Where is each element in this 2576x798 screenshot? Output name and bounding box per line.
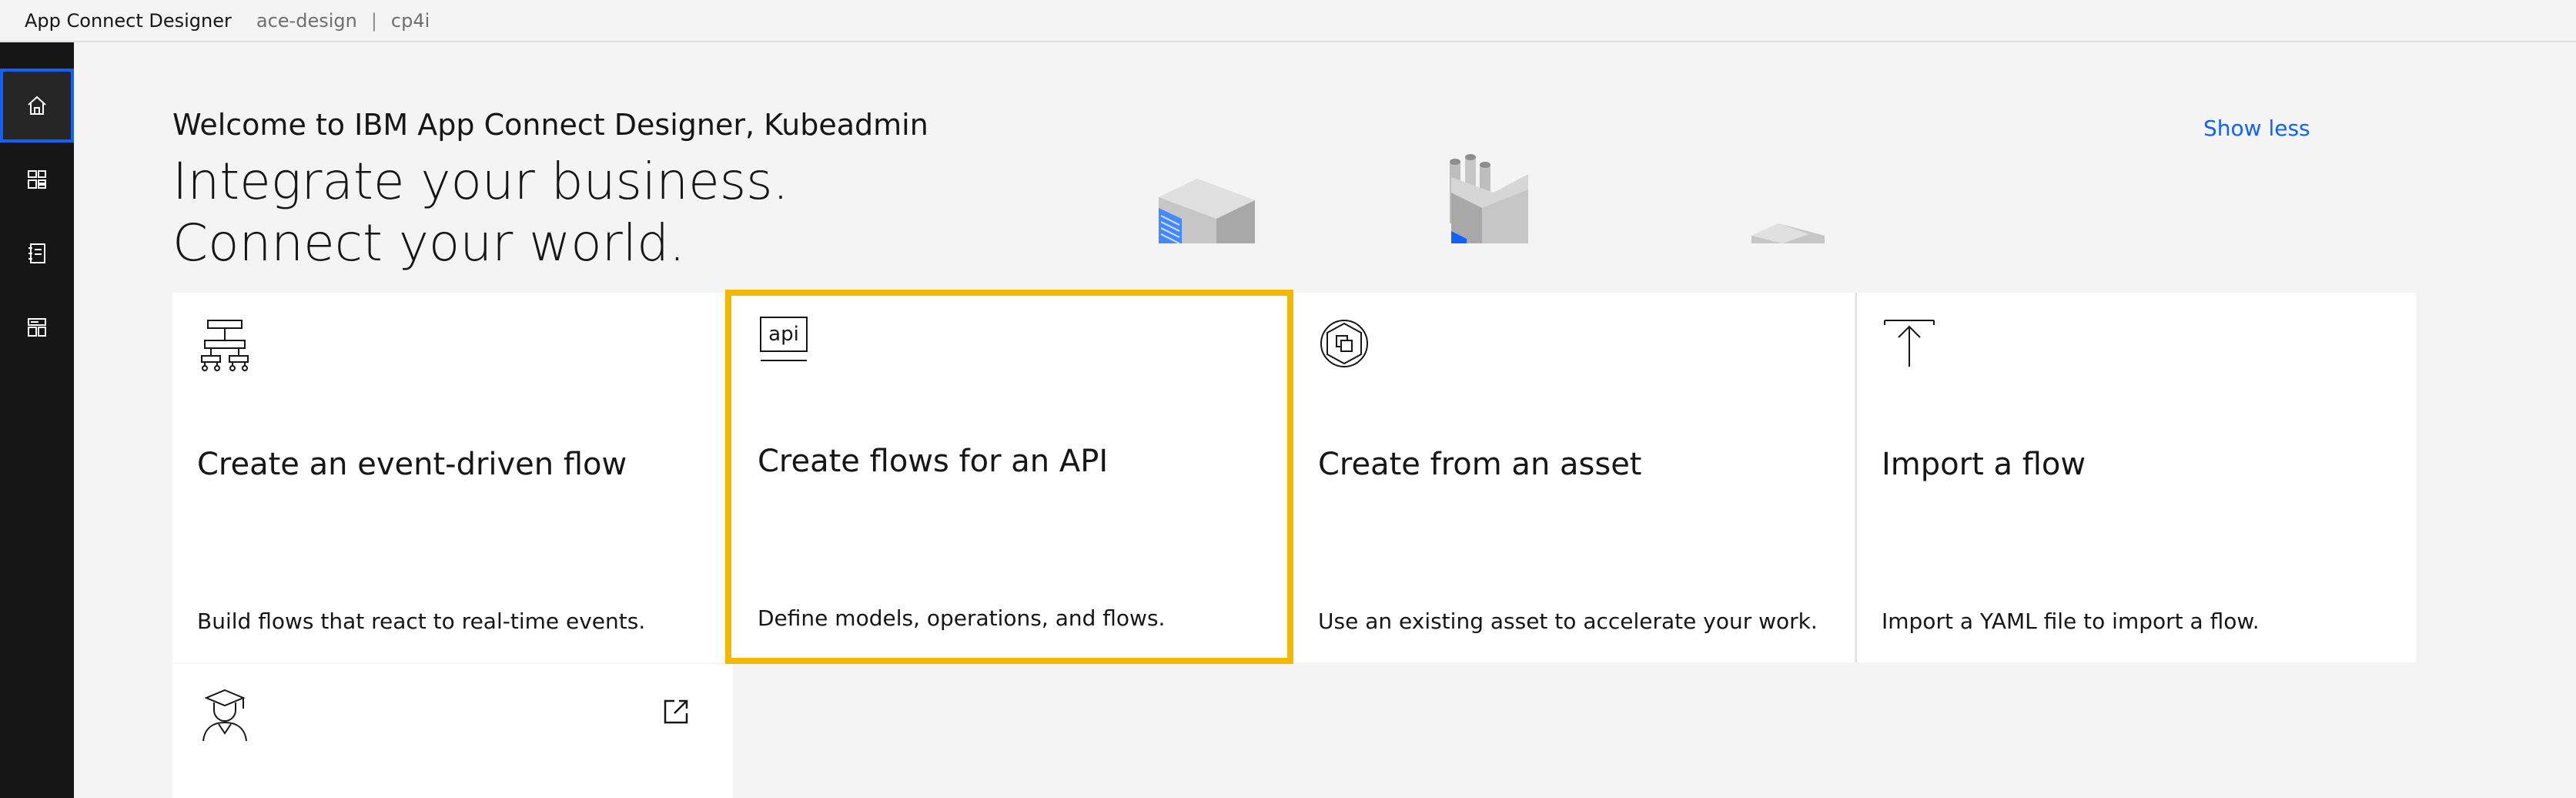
city-illustration (1159, 154, 1825, 243)
show-less-link[interactable]: Show less (2203, 116, 2310, 141)
tile-create-from-asset[interactable]: Create from an asset Use an existing ass… (1293, 293, 1854, 662)
catalog-icon (28, 243, 45, 263)
nav-item-dashboard[interactable] (0, 142, 74, 216)
learner-icon (202, 689, 247, 742)
side-nav-rail (0, 42, 74, 798)
product-name[interactable]: App Connect Designer (25, 10, 232, 32)
page-headline: Integrate your business. Connect your wo… (172, 152, 789, 273)
tile-description: Define models, operations, and flows. (758, 605, 1166, 631)
tile-description: Import a YAML file to import a flow. (1882, 609, 2260, 634)
dashboard-icon (28, 170, 46, 189)
nav-item-home[interactable] (0, 69, 74, 142)
tile-title: Import a flow (1882, 447, 2086, 482)
upload-icon (1884, 320, 1935, 367)
tile-event-driven-flow[interactable]: Create an event-driven flow Build flows … (172, 293, 733, 662)
launch-icon[interactable] (662, 698, 690, 726)
header-separator: | (370, 9, 377, 32)
tile-learning[interactable] (172, 664, 733, 798)
api-icon-label: api (768, 323, 799, 346)
asset-icon (1320, 320, 1368, 367)
home-icon (28, 96, 46, 115)
top-header: App Connect Designer ace-design | cp4i (0, 0, 2576, 42)
nav-item-templates[interactable] (0, 290, 74, 364)
tile-description: Use an existing asset to accelerate your… (1318, 609, 1818, 634)
template-icon (28, 318, 46, 337)
tile-title: Create from an asset (1318, 447, 1642, 482)
instance-label: cp4i (390, 9, 430, 32)
api-icon: api (760, 317, 808, 361)
event-flow-icon (201, 320, 249, 371)
tile-import-flow[interactable]: Import a flow Import a YAML file to impo… (1855, 293, 2416, 662)
tile-title: Create an event-driven flow (197, 447, 627, 482)
namespace-label: ace-design (256, 9, 357, 32)
tile-create-flows-for-api[interactable]: api Create flows for an API Define model… (725, 290, 1293, 664)
tile-description: Build flows that react to real-time even… (197, 609, 646, 634)
welcome-message: Welcome to IBM App Connect Designer, Kub… (172, 108, 928, 142)
nav-item-catalog[interactable] (0, 216, 74, 290)
tile-title: Create flows for an API (758, 444, 1109, 479)
